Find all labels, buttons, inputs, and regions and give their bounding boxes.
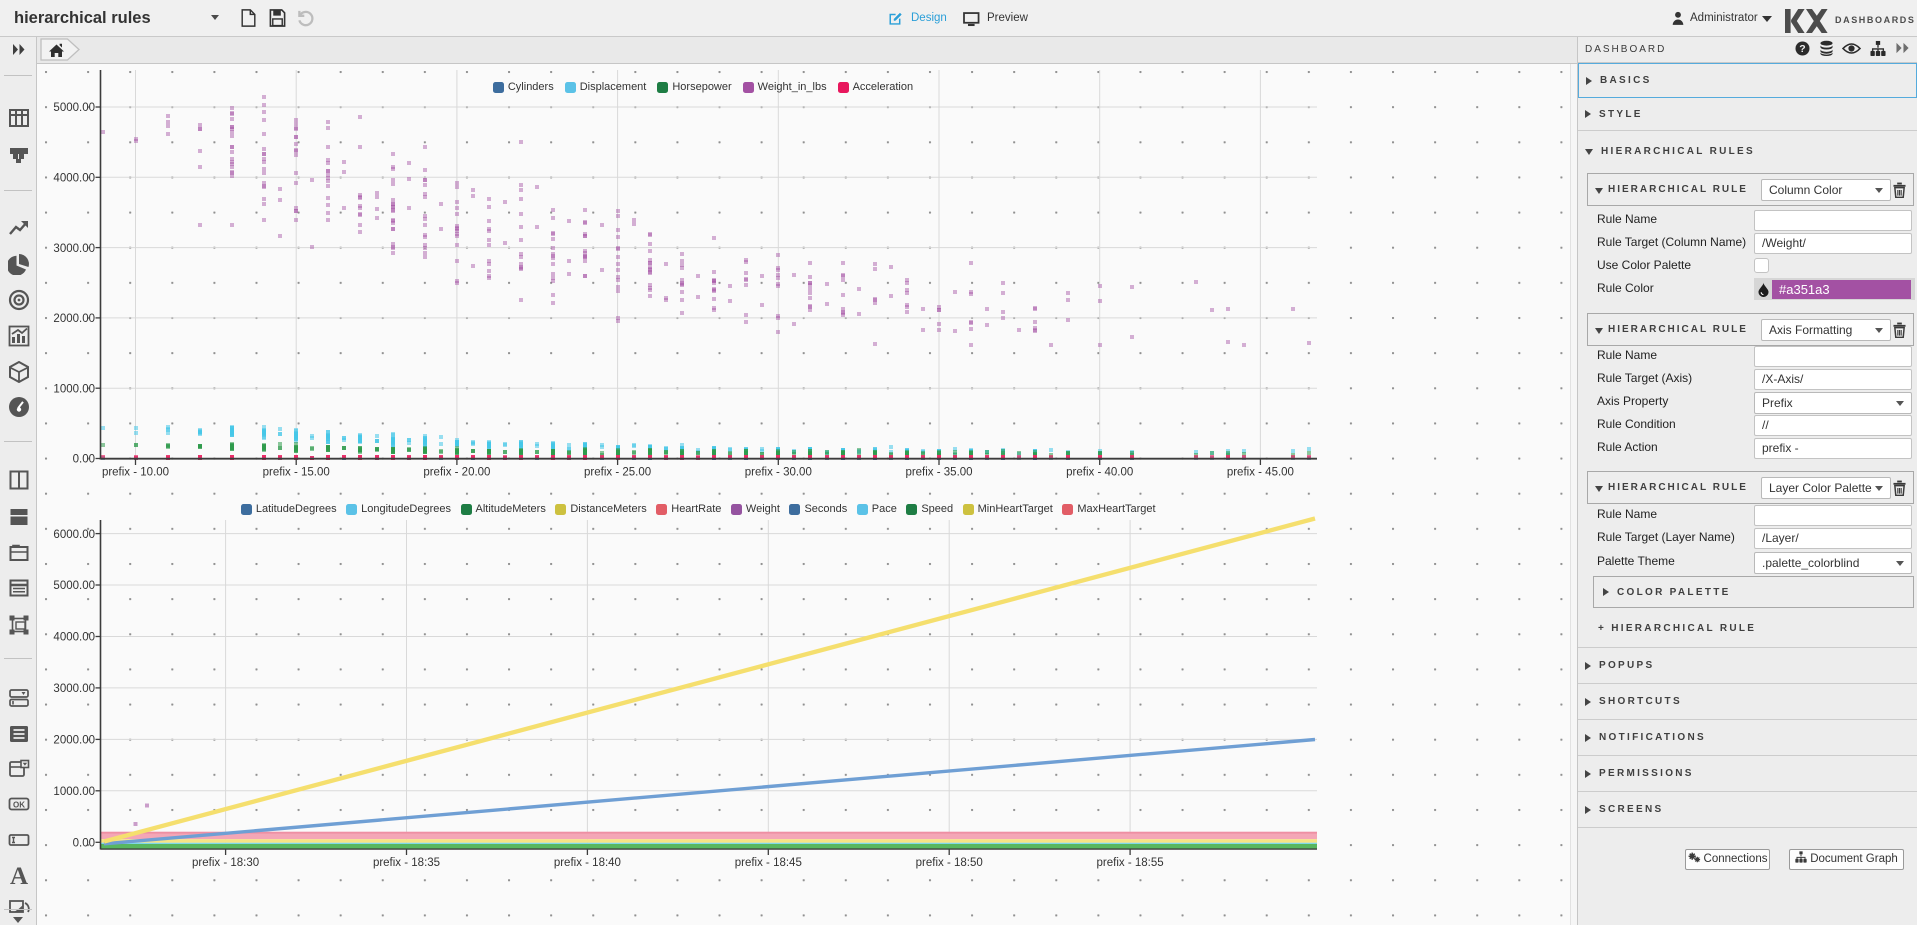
svg-text:prefix - 35.00: prefix - 35.00 xyxy=(905,467,972,479)
svg-text:prefix - 20.00: prefix - 20.00 xyxy=(423,467,490,479)
svg-text:prefix - 30.00: prefix - 30.00 xyxy=(745,467,812,479)
svg-text:3000.00: 3000.00 xyxy=(53,243,95,255)
svg-text:5000.00: 5000.00 xyxy=(53,102,95,114)
svg-text:prefix - 10.00: prefix - 10.00 xyxy=(102,467,169,479)
svg-text:5000.00: 5000.00 xyxy=(53,580,95,592)
svg-text:0.00: 0.00 xyxy=(73,838,95,850)
svg-text:4000.00: 4000.00 xyxy=(53,173,95,185)
svg-text:OK: OK xyxy=(13,801,25,810)
svg-text:prefix - 25.00: prefix - 25.00 xyxy=(584,467,651,479)
svg-text:prefix - 40.00: prefix - 40.00 xyxy=(1066,467,1133,479)
svg-text:2000.00: 2000.00 xyxy=(53,735,95,747)
svg-text:1000.00: 1000.00 xyxy=(53,786,95,798)
svg-text:prefix - 18:35: prefix - 18:35 xyxy=(373,857,440,869)
svg-text:prefix - 18:55: prefix - 18:55 xyxy=(1097,857,1164,869)
svg-text:1000.00: 1000.00 xyxy=(53,383,95,395)
svg-text:6000.00: 6000.00 xyxy=(53,529,95,541)
svg-text:prefix - 15.00: prefix - 15.00 xyxy=(263,467,330,479)
svg-text:prefix - 18:30: prefix - 18:30 xyxy=(192,857,259,869)
svg-text:4000.00: 4000.00 xyxy=(53,632,95,644)
svg-text:?: ? xyxy=(1799,43,1805,55)
svg-text:3000.00: 3000.00 xyxy=(53,683,95,695)
svg-text:prefix - 45.00: prefix - 45.00 xyxy=(1227,467,1294,479)
svg-text:prefix - 18:45: prefix - 18:45 xyxy=(735,857,802,869)
svg-text:0.00: 0.00 xyxy=(73,454,95,466)
svg-text:prefix - 18:50: prefix - 18:50 xyxy=(916,857,983,869)
svg-text:prefix - 18:40: prefix - 18:40 xyxy=(554,857,621,869)
svg-text:2000.00: 2000.00 xyxy=(53,313,95,325)
